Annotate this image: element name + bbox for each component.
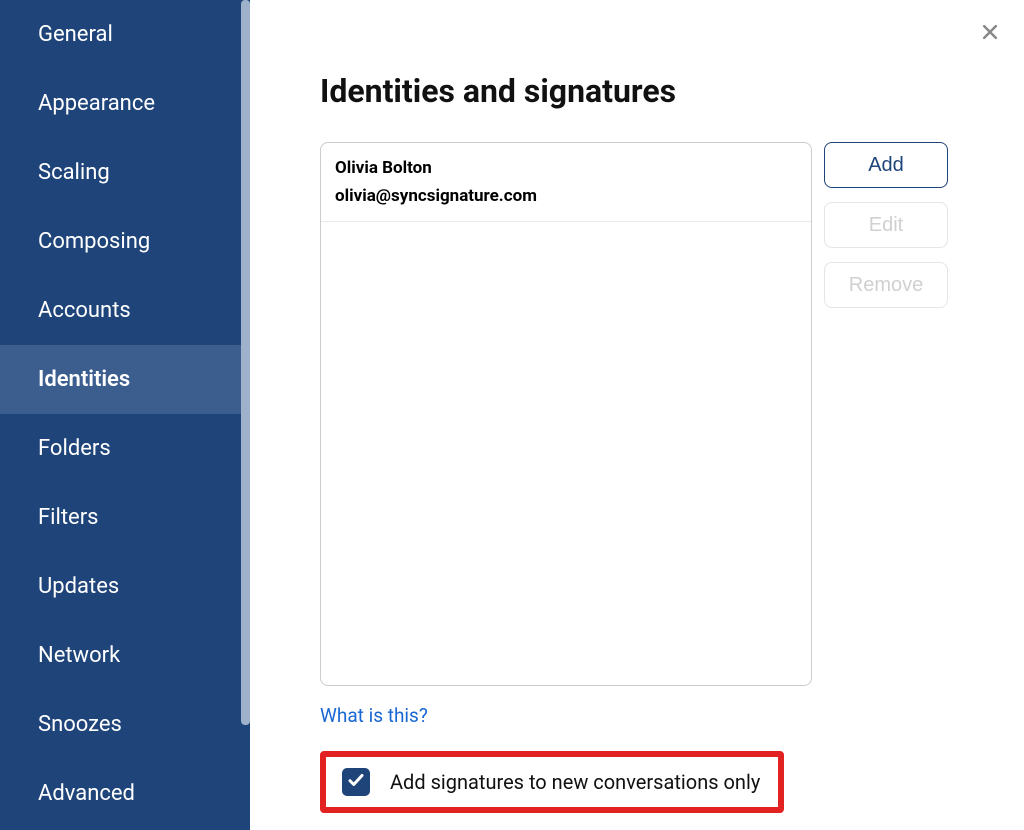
sidebar-item-composing[interactable]: Composing: [0, 207, 250, 276]
sidebar-item-updates[interactable]: Updates: [0, 552, 250, 621]
sidebar-item-accounts[interactable]: Accounts: [0, 276, 250, 345]
signature-option-highlight: Add signatures to new conversations only: [320, 751, 784, 813]
sidebar-item-identities[interactable]: Identities: [0, 345, 250, 414]
sidebar-item-advanced[interactable]: Advanced: [0, 759, 250, 828]
identity-actions: Add Edit Remove: [824, 142, 948, 308]
signature-option-row: Add signatures to new conversations only: [320, 751, 820, 813]
sidebar-list: General Appearance Scaling Composing Acc…: [0, 0, 250, 828]
identity-list-item[interactable]: Olivia Bolton olivia@syncsignature.com: [321, 143, 811, 222]
identity-email: olivia@syncsignature.com: [335, 185, 797, 209]
sidebar-item-general[interactable]: General: [0, 0, 250, 69]
identity-list: Olivia Bolton olivia@syncsignature.com: [320, 142, 812, 686]
sidebar-item-scaling[interactable]: Scaling: [0, 138, 250, 207]
close-icon: [980, 30, 1000, 45]
add-button[interactable]: Add: [824, 142, 948, 188]
sidebar-item-filters[interactable]: Filters: [0, 483, 250, 552]
help-link[interactable]: What is this?: [320, 704, 428, 727]
remove-button[interactable]: Remove: [824, 262, 948, 308]
sidebar-item-network[interactable]: Network: [0, 621, 250, 690]
check-icon: [347, 771, 365, 793]
main-panel: Identities and signatures Olivia Bolton …: [250, 0, 1024, 830]
signature-new-only-checkbox[interactable]: [342, 768, 370, 796]
settings-sidebar: General Appearance Scaling Composing Acc…: [0, 0, 250, 830]
sidebar-scrollbar-thumb[interactable]: [241, 0, 250, 725]
identities-content-row: Olivia Bolton olivia@syncsignature.com A…: [320, 142, 954, 686]
close-button[interactable]: [976, 18, 1004, 49]
edit-button[interactable]: Edit: [824, 202, 948, 248]
sidebar-item-appearance[interactable]: Appearance: [0, 69, 250, 138]
page-title: Identities and signatures: [320, 72, 954, 110]
sidebar-item-snoozes[interactable]: Snoozes: [0, 690, 250, 759]
identity-name: Olivia Bolton: [335, 157, 797, 181]
signature-new-only-label: Add signatures to new conversations only: [390, 770, 760, 794]
sidebar-item-folders[interactable]: Folders: [0, 414, 250, 483]
